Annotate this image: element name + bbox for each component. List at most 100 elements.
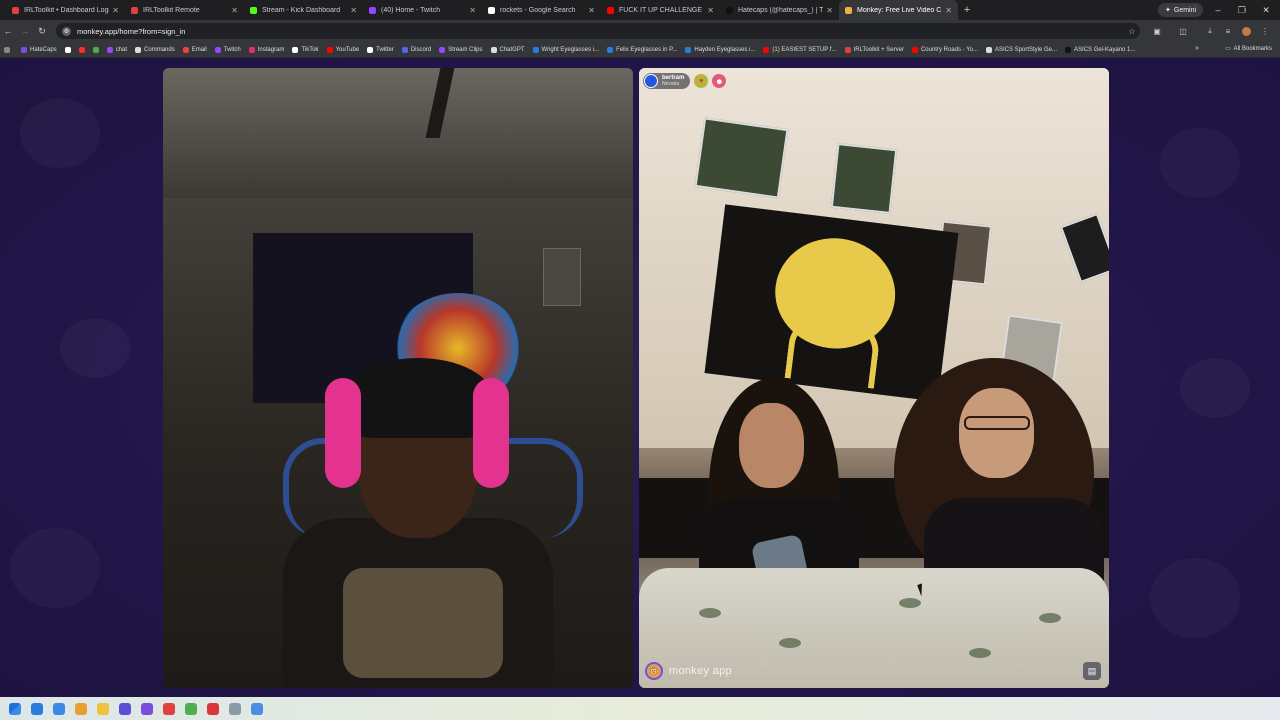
tab-label: Hatecaps (@hatecaps_) | TikTok: [738, 6, 824, 14]
chat-icon[interactable]: ▤: [1083, 662, 1101, 680]
system-clock[interactable]: 11:02 PM 1/29/2026: [1239, 3, 1266, 19]
bookmark-favicon-icon: [326, 46, 333, 53]
media-icon[interactable]: ≡: [1220, 23, 1236, 39]
browser-toolbar: ← → ↻ ⚙ monkey.app/home?from=sign_in ☆ ▣…: [0, 20, 1280, 42]
bookmark-item[interactable]: (1) EASIEST SETUP f...: [763, 46, 837, 53]
bookmark-item[interactable]: ASICS Gel-Kayano 1...: [1065, 46, 1136, 53]
bookmark-item[interactable]: ChatGPT: [490, 46, 525, 53]
bookmark-item[interactable]: Twitter: [367, 46, 394, 53]
tab-favicon-icon: [131, 6, 138, 14]
taskbar-app-icon[interactable]: [202, 697, 224, 720]
bookmark-favicon-icon: [92, 46, 99, 53]
taskbar-app-icon[interactable]: [136, 697, 158, 720]
bookmarks-bar: HateCaps chat Commands Email Twitch Instagram…: [0, 42, 1280, 58]
sidepanel-icon[interactable]: ◫: [1175, 23, 1191, 39]
browser-tab[interactable]: (40) Home - Twitch ✕: [363, 0, 482, 20]
close-tab-icon[interactable]: ✕: [350, 6, 357, 15]
bookmark-item[interactable]: IRLToolkit + Server: [844, 46, 904, 53]
browser-tab[interactable]: FUCK IT UP CHALLENGE !! ✕: [601, 0, 720, 20]
url-text: monkey.app/home?from=sign_in: [77, 26, 186, 36]
remote-user-chip[interactable]: bertram Nevada ♥ ☻: [643, 72, 727, 90]
bookmark-favicon-icon: [64, 46, 71, 53]
taskbar-app-icon[interactable]: [48, 697, 70, 720]
address-bar[interactable]: ⚙ monkey.app/home?from=sign_in: [56, 23, 1140, 39]
bookmark-item[interactable]: Discord: [401, 46, 431, 53]
bookmark-item[interactable]: Commands: [135, 46, 175, 53]
bookmark-item[interactable]: ASICS SportStyle Ge...: [986, 46, 1057, 53]
browser-tab[interactable]: Stream - Kick Dashboard ✕: [244, 0, 363, 20]
taskbar-app-icon[interactable]: [26, 697, 48, 720]
browser-tab[interactable]: Hatecaps (@hatecaps_) | TikTok✕: [720, 0, 839, 20]
monkey-watermark: 🐵 monkey app: [645, 662, 732, 680]
browser-tab[interactable]: IRLToolkit • Dashboard Login ✕: [6, 0, 125, 20]
taskbar-app-icon[interactable]: [180, 697, 202, 720]
wall-photo: [694, 117, 789, 199]
taskbar-app-icon[interactable]: [70, 697, 92, 720]
gemini-button[interactable]: ✦ Gemini: [1158, 3, 1204, 17]
close-tab-icon[interactable]: ✕: [112, 6, 119, 15]
profile-avatar-icon[interactable]: [1238, 23, 1254, 39]
monkey-logo-icon: 🐵: [645, 662, 663, 680]
bookmark-item[interactable]: Stream Clips: [439, 46, 483, 53]
bookmark-favicon-icon: [685, 46, 692, 53]
bookmark-item[interactable]: Instagram: [248, 46, 285, 53]
more-bookmarks-button[interactable]: »: [1195, 45, 1199, 52]
bookmark-item[interactable]: [92, 46, 102, 53]
download-icon[interactable]: ⤓: [1202, 23, 1218, 39]
bookmark-label: ChatGPT: [499, 46, 525, 53]
all-bookmarks-button[interactable]: ▭ All Bookmarks: [1225, 45, 1272, 53]
close-tab-icon[interactable]: ✕: [826, 6, 833, 15]
bookmark-item[interactable]: HateCaps: [21, 46, 57, 53]
browser-tab[interactable]: IRLToolkit Remote ✕: [125, 0, 244, 20]
back-button[interactable]: ←: [0, 26, 16, 36]
bookmark-item[interactable]: Country Roads - Yo...: [911, 46, 978, 53]
taskbar-app-icon[interactable]: [224, 697, 246, 720]
bookmark-item[interactable]: YouTube: [326, 46, 359, 53]
start-button[interactable]: [4, 697, 26, 720]
bookmark-item[interactable]: Twitch: [214, 46, 241, 53]
close-tab-icon[interactable]: ✕: [231, 6, 238, 15]
apps-icon[interactable]: [4, 46, 13, 53]
bookmark-item[interactable]: Felix Eyeglasses in P...: [607, 46, 677, 53]
local-video: [163, 68, 633, 688]
taskbar-app-icon[interactable]: [114, 697, 136, 720]
bookmark-star-icon[interactable]: ☆: [1124, 23, 1140, 39]
forward-button[interactable]: →: [17, 26, 33, 36]
close-tab-icon[interactable]: ✕: [469, 6, 476, 15]
taskbar-app-icon[interactable]: [246, 697, 268, 720]
bookmark-label: Instagram: [257, 46, 285, 53]
bookmark-item[interactable]: [78, 46, 88, 53]
taskbar-app-icon[interactable]: [92, 697, 114, 720]
bookmark-favicon-icon: [106, 46, 113, 53]
reload-button[interactable]: ↻: [34, 26, 50, 37]
minimize-button[interactable]: –: [1206, 0, 1230, 20]
browser-tab[interactable]: rockets - Google Search ✕: [482, 0, 601, 20]
bookmark-item[interactable]: Wright Eyeglasses i...: [532, 46, 599, 53]
close-tab-icon[interactable]: ✕: [588, 6, 595, 15]
close-tab-icon[interactable]: ✕: [945, 6, 952, 15]
tab-label: Monkey: Free Live Video C: [857, 6, 942, 14]
app-glyph-icon: [53, 702, 65, 715]
new-tab-button[interactable]: +: [958, 4, 976, 16]
heart-badge-icon[interactable]: ♥: [694, 74, 709, 88]
remote-user-location: Nevada: [662, 81, 680, 87]
bookmark-label: ASICS Gel-Kayano 1...: [1074, 46, 1136, 53]
bookmark-item[interactable]: [64, 46, 74, 53]
bookmark-favicon-icon: [78, 46, 85, 53]
site-info-icon[interactable]: ⚙: [62, 26, 71, 36]
browser-tab[interactable]: Monkey: Free Live Video C ✕: [839, 0, 958, 20]
bookmark-item[interactable]: TikTok: [292, 46, 319, 53]
bookmark-favicon-icon: [401, 46, 408, 53]
bookmark-favicon-icon: [439, 46, 446, 53]
extensions-icon[interactable]: ▣: [1149, 23, 1165, 39]
bookmark-item[interactable]: Hayden Eyeglasses i...: [685, 46, 755, 53]
taskbar-app-icon[interactable]: [158, 697, 180, 720]
bg-pattern: [10, 528, 100, 608]
bookmark-item[interactable]: Email: [182, 46, 207, 53]
bookmark-favicon-icon: [248, 46, 255, 53]
close-tab-icon[interactable]: ✕: [707, 6, 714, 15]
watermark-text: monkey app: [669, 665, 732, 677]
add-friend-icon[interactable]: ☻: [712, 74, 727, 88]
menu-icon[interactable]: ⋮: [1257, 23, 1273, 39]
bookmark-item[interactable]: chat: [106, 46, 127, 53]
